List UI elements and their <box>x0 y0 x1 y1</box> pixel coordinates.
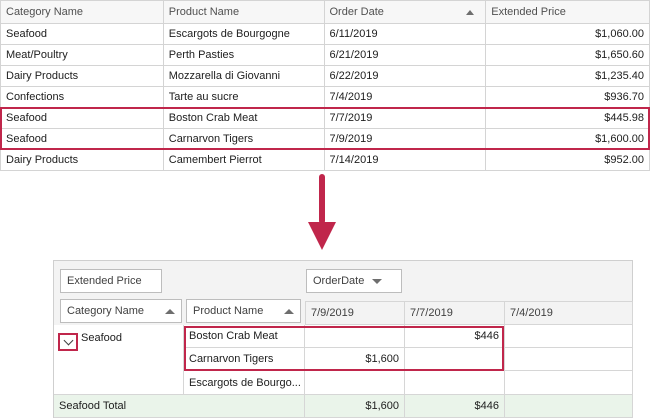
row-group-header-seafood: Seafood <box>54 325 184 395</box>
cell-extended-price: $1,060.00 <box>486 24 650 45</box>
cell-category-name: Seafood <box>1 129 164 150</box>
sort-ascending-icon <box>466 9 475 15</box>
down-arrow-shaft <box>319 174 325 224</box>
chevron-down-icon <box>63 335 73 345</box>
data-field-extended-price[interactable]: Extended Price <box>60 269 162 293</box>
cell-extended-price: $1,650.60 <box>486 45 650 66</box>
orders-grid: Category Name Product Name Order Date Ex… <box>0 0 650 171</box>
cell-product-name: Escargots de Bourgogne <box>163 24 325 45</box>
cell-category-name: Confections <box>1 87 164 108</box>
table-row[interactable]: Dairy Products Mozzarella di Giovanni 6/… <box>1 66 650 87</box>
data-cell: $1,600 <box>305 348 405 371</box>
row-header-product: Boston Crab Meat <box>184 325 305 348</box>
group-total-label: Seafood Total <box>54 395 305 418</box>
column-field-orderdate[interactable]: OrderDate <box>306 269 402 293</box>
cell-category-name: Seafood <box>1 108 164 129</box>
row-field-product-name[interactable]: Product Name <box>186 299 301 323</box>
cell-order-date: 6/21/2019 <box>324 45 487 66</box>
table-row[interactable]: Meat/Poultry Perth Pasties 6/21/2019 $1,… <box>1 45 650 66</box>
group-total-cell: $1,600 <box>305 395 405 418</box>
cell-product-name: Camembert Pierrot <box>163 150 325 171</box>
cell-order-date: 7/7/2019 <box>324 108 487 129</box>
column-header-product-name[interactable]: Product Name <box>163 1 325 24</box>
grid-header-row: Category Name Product Name Order Date Ex… <box>1 1 650 24</box>
expander-button[interactable] <box>58 333 78 351</box>
data-cell <box>505 348 633 371</box>
row-field-category-name[interactable]: Category Name <box>60 299 182 323</box>
cell-category-name: Dairy Products <box>1 150 164 171</box>
cell-product-name: Tarte au sucre <box>163 87 325 108</box>
data-cell <box>505 371 633 395</box>
data-cell: $446 <box>405 325 505 348</box>
cell-extended-price: $936.70 <box>486 87 650 108</box>
cell-extended-price: $445.98 <box>486 108 650 129</box>
table-row[interactable]: Seafood Carnarvon Tigers 7/9/2019 $1,600… <box>1 129 650 150</box>
table-row[interactable]: Seafood Escargots de Bourgogne 6/11/2019… <box>1 24 650 45</box>
data-cell <box>305 371 405 395</box>
cell-extended-price: $1,600.00 <box>486 129 650 150</box>
table-row[interactable]: Dairy Products Camembert Pierrot 7/14/20… <box>1 150 650 171</box>
row-group-label: Seafood <box>81 332 122 344</box>
data-cell <box>405 371 505 395</box>
cell-order-date: 6/11/2019 <box>324 24 487 45</box>
cell-order-date: 7/9/2019 <box>324 129 487 150</box>
pivot-grid: Extended Price OrderDate Category Name P… <box>53 260 633 418</box>
column-value-header[interactable]: 7/4/2019 <box>505 301 633 325</box>
cell-product-name: Perth Pasties <box>163 45 325 66</box>
table-row[interactable]: Confections Tarte au sucre 7/4/2019 $936… <box>1 87 650 108</box>
cell-product-name: Mozzarella di Giovanni <box>163 66 325 87</box>
data-cell <box>305 325 405 348</box>
sort-ascending-icon <box>284 308 294 314</box>
sort-ascending-icon <box>165 308 175 314</box>
group-total-cell <box>505 395 633 418</box>
cell-extended-price: $1,235.40 <box>486 66 650 87</box>
data-cell <box>405 348 505 371</box>
cell-extended-price: $952.00 <box>486 150 650 171</box>
column-value-header[interactable]: 7/9/2019 <box>305 301 405 325</box>
cell-order-date: 7/4/2019 <box>324 87 487 108</box>
data-cell <box>505 325 633 348</box>
cell-order-date: 6/22/2019 <box>324 66 487 87</box>
down-arrow-icon <box>308 222 336 250</box>
cell-category-name: Meat/Poultry <box>1 45 164 66</box>
group-total-cell: $446 <box>405 395 505 418</box>
cell-product-name: Boston Crab Meat <box>163 108 325 129</box>
cell-category-name: Dairy Products <box>1 66 164 87</box>
cell-order-date: 7/14/2019 <box>324 150 487 171</box>
cell-category-name: Seafood <box>1 24 164 45</box>
row-header-product: Escargots de Bourgo... <box>184 371 305 395</box>
row-header-product: Carnarvon Tigers <box>184 348 305 371</box>
column-value-header[interactable]: 7/7/2019 <box>405 301 505 325</box>
cell-product-name: Carnarvon Tigers <box>163 129 325 150</box>
table-row[interactable]: Seafood Boston Crab Meat 7/7/2019 $445.9… <box>1 108 650 129</box>
column-header-category-name[interactable]: Category Name <box>1 1 164 24</box>
column-header-extended-price[interactable]: Extended Price <box>486 1 650 24</box>
column-header-order-date[interactable]: Order Date <box>324 1 487 24</box>
filter-dropdown-icon[interactable] <box>372 278 383 284</box>
